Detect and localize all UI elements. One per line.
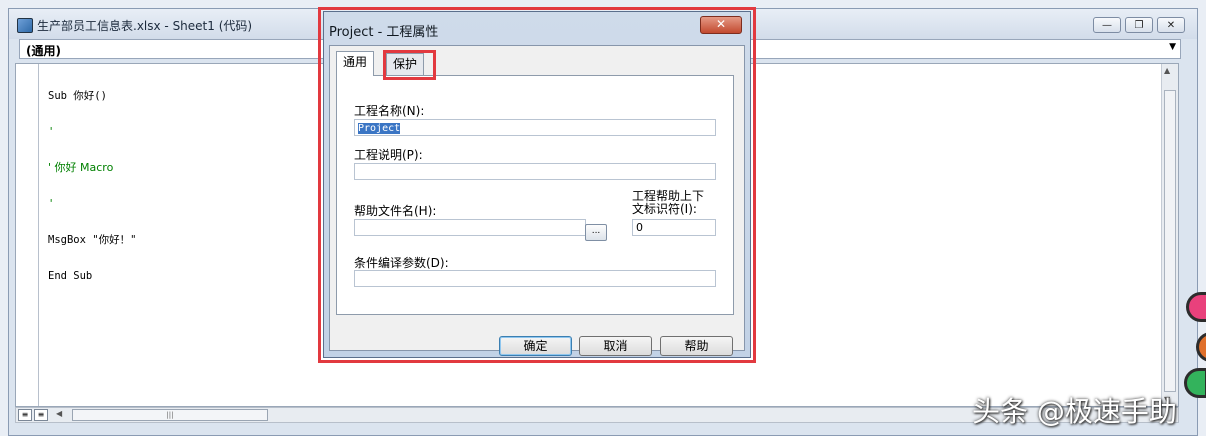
dropdown-arrow-icon[interactable]: ▼ xyxy=(1169,42,1176,52)
dialog-body: 通用 保护 工程名称(N): Project 工程说明(P): 帮助文件名(H)… xyxy=(329,45,745,356)
restore-button[interactable]: ❐ xyxy=(1125,17,1153,33)
cancel-button[interactable]: 取消 xyxy=(579,336,652,356)
excel-vba-icon xyxy=(17,18,33,33)
project-description-input[interactable] xyxy=(354,163,716,180)
dialog-title: Project - 工程属性 xyxy=(329,25,439,40)
code-line: MsgBox "你好！" xyxy=(48,234,137,246)
vertical-scroll-thumb[interactable] xyxy=(1164,90,1176,392)
floating-tool-green[interactable] xyxy=(1184,368,1206,398)
watermark: 头条 @极速手助 xyxy=(972,395,1177,428)
conditional-compile-label: 条件编译参数(D): xyxy=(354,256,449,270)
code-line: ' xyxy=(48,198,55,210)
restore-icon: ❐ xyxy=(1134,19,1144,31)
minimize-button[interactable]: — xyxy=(1093,17,1121,33)
code-line: Sub 你好() xyxy=(48,90,107,102)
project-description-label: 工程说明(P): xyxy=(354,148,423,162)
help-button[interactable]: 帮助 xyxy=(660,336,733,356)
minimize-icon: — xyxy=(1102,19,1112,31)
help-file-input[interactable] xyxy=(354,219,586,236)
general-tab-panel: 工程名称(N): Project 工程说明(P): 帮助文件名(H): 工程帮助… xyxy=(336,75,734,315)
ok-button[interactable]: 确定 xyxy=(499,336,572,356)
project-name-value: Project xyxy=(358,123,401,134)
project-name-input[interactable]: Project xyxy=(354,119,716,136)
dialog-close-button[interactable]: ✕ xyxy=(700,16,742,34)
code-line: ' xyxy=(48,126,55,138)
conditional-compile-input[interactable] xyxy=(354,270,716,287)
browse-button[interactable]: ... xyxy=(585,224,607,241)
context-id-input[interactable]: 0 xyxy=(632,219,716,236)
scroll-left-icon[interactable]: ◀ xyxy=(56,409,62,418)
editor-margin[interactable] xyxy=(16,64,39,406)
code-line: ' 你好 Macro xyxy=(48,161,114,174)
vertical-scrollbar[interactable]: ▲ ▼ xyxy=(1161,64,1178,406)
scroll-up-icon[interactable]: ▲ xyxy=(1164,66,1170,75)
procedure-view-icon[interactable]: ≡ xyxy=(18,409,32,421)
close-icon: ✕ xyxy=(715,17,727,31)
horizontal-scroll-thumb[interactable]: ||| xyxy=(72,409,268,421)
tab-general[interactable]: 通用 xyxy=(336,51,375,76)
full-module-view-icon[interactable]: ≡ xyxy=(34,409,48,421)
object-dropdown-value: (通用) xyxy=(26,44,61,58)
close-icon: ✕ xyxy=(1166,19,1176,31)
help-file-label: 帮助文件名(H): xyxy=(354,204,437,218)
project-name-label: 工程名称(N): xyxy=(354,104,425,118)
project-properties-dialog: Project - 工程属性 ✕ 通用 保护 工程名称(N): Project … xyxy=(323,11,751,358)
code-window-title: 生产部员工信息表.xlsx - Sheet1 (代码) xyxy=(37,19,253,33)
code-text[interactable]: Sub 你好() ' ' 你好 Macro ' MsgBox "你好！" End… xyxy=(48,66,136,306)
context-id-label-line2: 文标识符(I): xyxy=(632,202,697,216)
protection-tab-highlight xyxy=(383,50,436,80)
code-line: End Sub xyxy=(48,270,93,282)
close-button[interactable]: ✕ xyxy=(1157,17,1185,33)
